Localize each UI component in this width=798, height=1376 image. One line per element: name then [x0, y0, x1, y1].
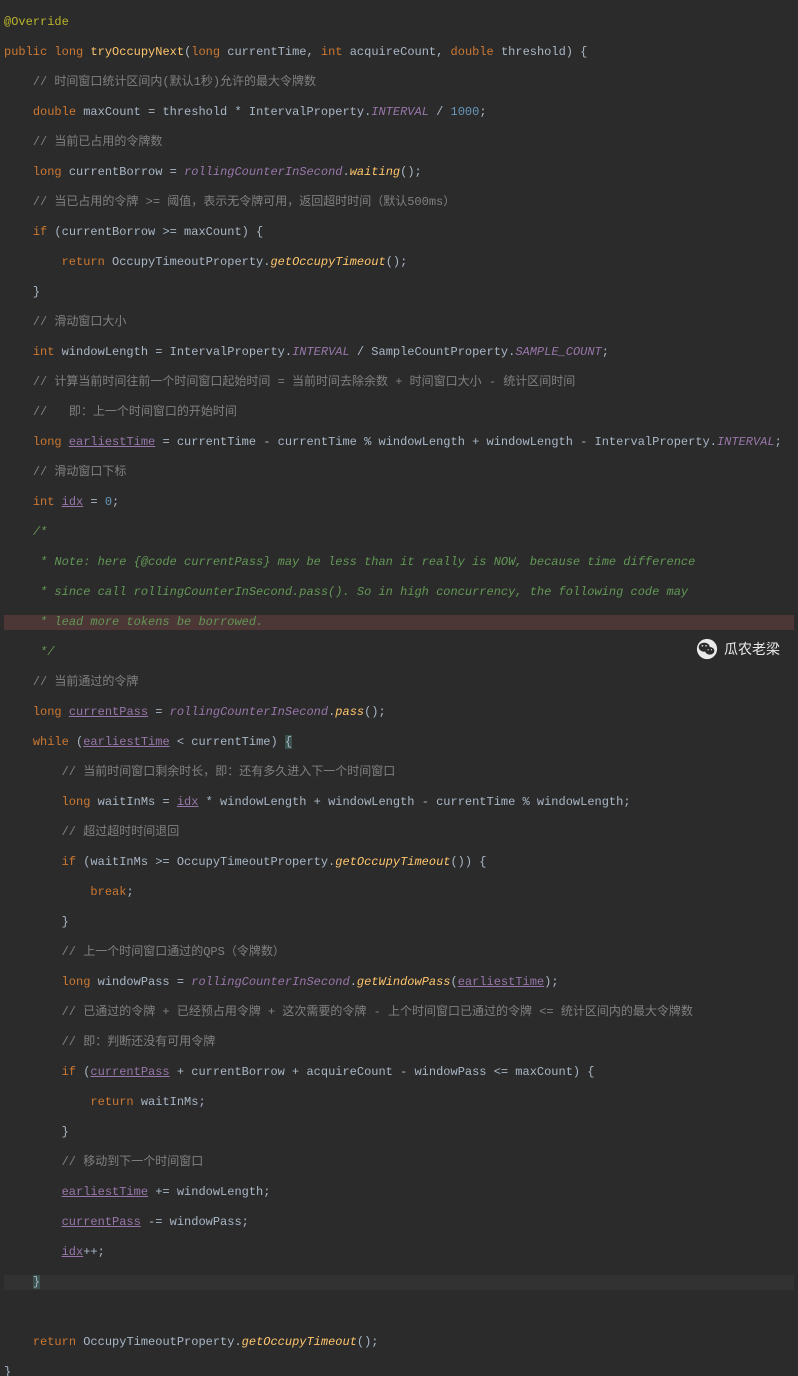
method-name: tryOccupyNext — [90, 45, 184, 59]
code-editor: @Override public long tryOccupyNext(long… — [0, 0, 798, 1376]
matching-brace: } — [33, 1275, 40, 1289]
watermark-text: 瓜农老梁 — [724, 642, 780, 657]
kw-public: public — [4, 45, 47, 59]
wechat-icon — [696, 638, 718, 660]
comment: // 时间窗口统计区间内(默认1秒)允许的最大令牌数 — [33, 75, 316, 89]
watermark: 瓜农老梁 — [696, 638, 780, 660]
annotation: @Override — [4, 15, 69, 29]
